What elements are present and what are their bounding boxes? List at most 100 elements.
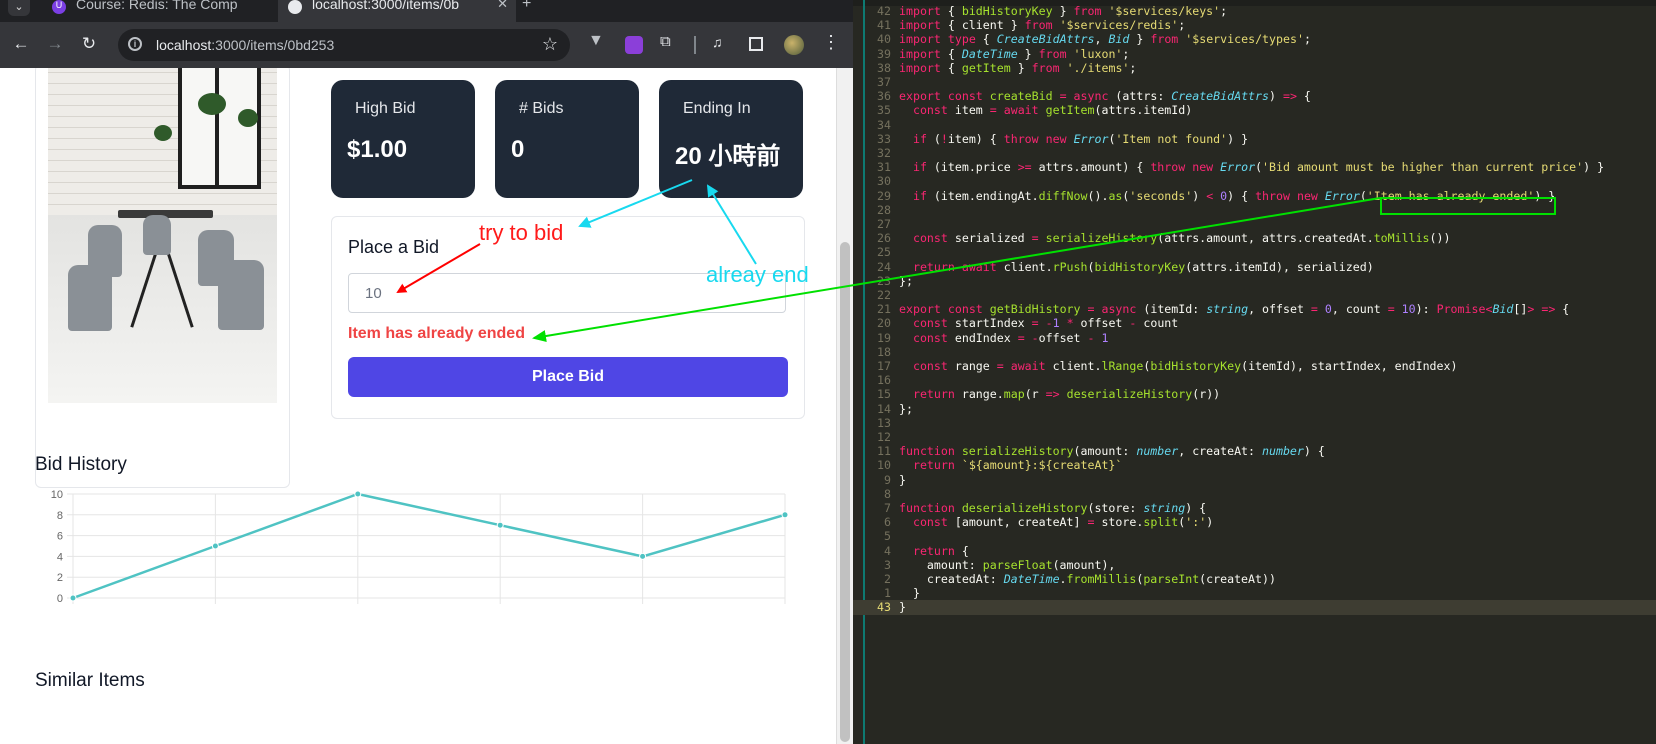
code-line[interactable]: 35 const item = await getItem(attrs.item… bbox=[853, 103, 1656, 118]
code-line[interactable]: 31 if (item.price >= attrs.amount) { thr… bbox=[853, 160, 1656, 175]
code-line[interactable]: 36 export const createBid = async (attrs:… bbox=[853, 89, 1656, 104]
code-line[interactable]: 24 return await client.rPush(bidHistoryK… bbox=[853, 260, 1656, 275]
chart-point bbox=[211, 542, 219, 550]
page-scrollbar[interactable] bbox=[836, 68, 853, 744]
code-line[interactable]: 41 import { client } from '$services/redi… bbox=[853, 18, 1656, 33]
chart-y-tick-label: 10 bbox=[51, 489, 63, 501]
code-text: return range.map(r => deserializeHistory… bbox=[912, 387, 1221, 402]
tab-search-button[interactable]: ⌄ bbox=[8, 0, 30, 16]
code-text: import { getItem } from './items'; bbox=[899, 60, 1137, 75]
code-line[interactable]: 6 const [amount, createAt] = store.split… bbox=[853, 515, 1656, 530]
line-number: 38 bbox=[877, 60, 891, 75]
code-line[interactable]: 30 bbox=[853, 174, 1656, 189]
line-number: 32 bbox=[877, 146, 891, 160]
chart-y-tick-label: 8 bbox=[57, 510, 63, 522]
line-number: 15 bbox=[877, 387, 891, 402]
tab-strip: ⌄ U Course: Redis: The Comp localhost:300… bbox=[0, 0, 853, 22]
tab-course[interactable]: U Course: Redis: The Comp bbox=[42, 0, 270, 22]
profile-avatar[interactable] bbox=[784, 35, 804, 55]
code-line[interactable]: 18 bbox=[853, 345, 1656, 360]
reload-button[interactable]: ↻ bbox=[78, 34, 100, 54]
code-line[interactable]: 42 import { bidHistoryKey } from '$servic… bbox=[853, 4, 1656, 19]
line-number: 18 bbox=[877, 344, 891, 359]
code-line[interactable]: 38 import { getItem } from './items'; bbox=[853, 61, 1656, 76]
chart-y-tick-label: 2 bbox=[57, 572, 63, 584]
code-line[interactable]: 5 bbox=[853, 529, 1656, 544]
line-number: 16 bbox=[877, 373, 891, 388]
line-number: 29 bbox=[877, 188, 891, 203]
new-tab-button[interactable]: + bbox=[522, 0, 531, 12]
code-line[interactable]: 26 const serialized = serializeHistory(a… bbox=[853, 231, 1656, 246]
bookmark-star-icon[interactable]: ☆ bbox=[542, 34, 558, 55]
side-panel-icon[interactable] bbox=[749, 37, 763, 51]
code-line[interactable]: 10 return `${amount}:${createAt}` bbox=[853, 458, 1656, 473]
code-line[interactable]: 9} bbox=[853, 473, 1656, 488]
code-line[interactable]: 19 const endIndex = -offset - 1 bbox=[853, 331, 1656, 346]
media-control-icon[interactable]: ♫ bbox=[712, 34, 730, 52]
code-text: const startIndex = -1 * offset - count bbox=[912, 316, 1179, 331]
address-bar[interactable]: i localhost:3000/items/0bd253 ☆ bbox=[118, 29, 570, 61]
code-line[interactable]: 34 bbox=[853, 118, 1656, 133]
line-number: 14 bbox=[877, 401, 891, 416]
bid-error-message: Item has already ended bbox=[348, 325, 525, 342]
site-info-icon[interactable]: i bbox=[128, 37, 142, 51]
code-line[interactable]: 20 const startIndex = -1 * offset - coun… bbox=[853, 316, 1656, 331]
chart-point bbox=[354, 490, 362, 498]
code-line[interactable]: 32 bbox=[853, 146, 1656, 161]
line-number: 21 bbox=[877, 302, 891, 317]
code-line[interactable]: 14}; bbox=[853, 402, 1656, 417]
code-text: return { bbox=[912, 543, 969, 558]
code-text: import { client } from '$services/redis'… bbox=[899, 18, 1186, 33]
code-line[interactable]: 37 bbox=[853, 75, 1656, 90]
vue-devtools-icon[interactable]: ▼ bbox=[588, 32, 606, 50]
code-text: } bbox=[899, 472, 906, 487]
line-number: 1 bbox=[884, 586, 891, 601]
code-line[interactable]: 1 } bbox=[853, 586, 1656, 601]
code-line[interactable]: 12 bbox=[853, 430, 1656, 445]
code-line[interactable]: 43} bbox=[853, 600, 1656, 616]
code-line[interactable]: 27 bbox=[853, 217, 1656, 232]
more-menu-icon[interactable]: ⋮ bbox=[822, 32, 840, 52]
scrollbar-thumb[interactable] bbox=[840, 242, 850, 742]
place-bid-button[interactable]: Place Bid bbox=[348, 357, 788, 397]
code-line[interactable]: 4 return { bbox=[853, 544, 1656, 559]
code-editor: 42 import { bidHistoryKey } from '$servic… bbox=[853, 0, 1656, 744]
code-line[interactable]: 25 bbox=[853, 245, 1656, 260]
close-tab-icon[interactable]: ✕ bbox=[497, 0, 508, 10]
code-line[interactable]: 3 amount: parseFloat(amount), bbox=[853, 558, 1656, 573]
place-bid-title: Place a Bid bbox=[348, 237, 440, 257]
code-line[interactable]: 17 const range = await client.lRange(bid… bbox=[853, 359, 1656, 374]
code-text: const [amount, createAt] = store.split('… bbox=[912, 515, 1214, 530]
extensions-puzzle-icon[interactable]: ⧉ bbox=[660, 33, 678, 51]
line-number: 35 bbox=[877, 103, 891, 118]
code-line[interactable]: 7 function deserializeHistory(store: stri… bbox=[853, 501, 1656, 516]
ending-in-card: Ending In 20 小時前 bbox=[659, 80, 803, 198]
chart-point bbox=[69, 594, 77, 602]
code-line[interactable]: 2 createdAt: DateTime.fromMillis(parseIn… bbox=[853, 572, 1656, 587]
code-line[interactable]: 33 if (!item) { throw new Error('Item no… bbox=[853, 132, 1656, 147]
code-text: } bbox=[899, 586, 920, 601]
tab-localhost[interactable]: localhost:3000/items/0b ✕ bbox=[278, 0, 516, 22]
bid-history-title: Bid History bbox=[35, 454, 127, 475]
ending-in-label: Ending In bbox=[683, 100, 751, 117]
code-line[interactable]: 13 bbox=[853, 416, 1656, 431]
extension-purple-icon[interactable] bbox=[625, 36, 643, 54]
code-line[interactable]: 21 export const getBidHistory = async (it… bbox=[853, 302, 1656, 317]
forward-button[interactable]: → bbox=[44, 34, 66, 54]
code-line[interactable]: 39 import { DateTime } from 'luxon'; bbox=[853, 47, 1656, 62]
bid-count-value: 0 bbox=[511, 136, 525, 163]
code-line[interactable]: 23}; bbox=[853, 274, 1656, 289]
code-line[interactable]: 11 function serializeHistory(amount: numb… bbox=[853, 444, 1656, 459]
line-number: 42 bbox=[877, 4, 891, 18]
back-button[interactable]: ← bbox=[10, 34, 32, 54]
code-line[interactable]: 22 bbox=[853, 288, 1656, 303]
code-line[interactable]: 8 bbox=[853, 487, 1656, 502]
line-number: 11 bbox=[877, 444, 891, 459]
code-text: if (!item) { throw new Error('Item not f… bbox=[912, 131, 1249, 146]
code-line[interactable]: 40 import type { CreateBidAttrs, Bid } fr… bbox=[853, 32, 1656, 47]
url-text: localhost:3000/items/0bd253 bbox=[156, 37, 335, 53]
line-number: 30 bbox=[877, 174, 891, 189]
code-line[interactable]: 15 return range.map(r => deserializeHist… bbox=[853, 387, 1656, 402]
line-number: 13 bbox=[877, 415, 891, 430]
code-line[interactable]: 16 bbox=[853, 373, 1656, 388]
